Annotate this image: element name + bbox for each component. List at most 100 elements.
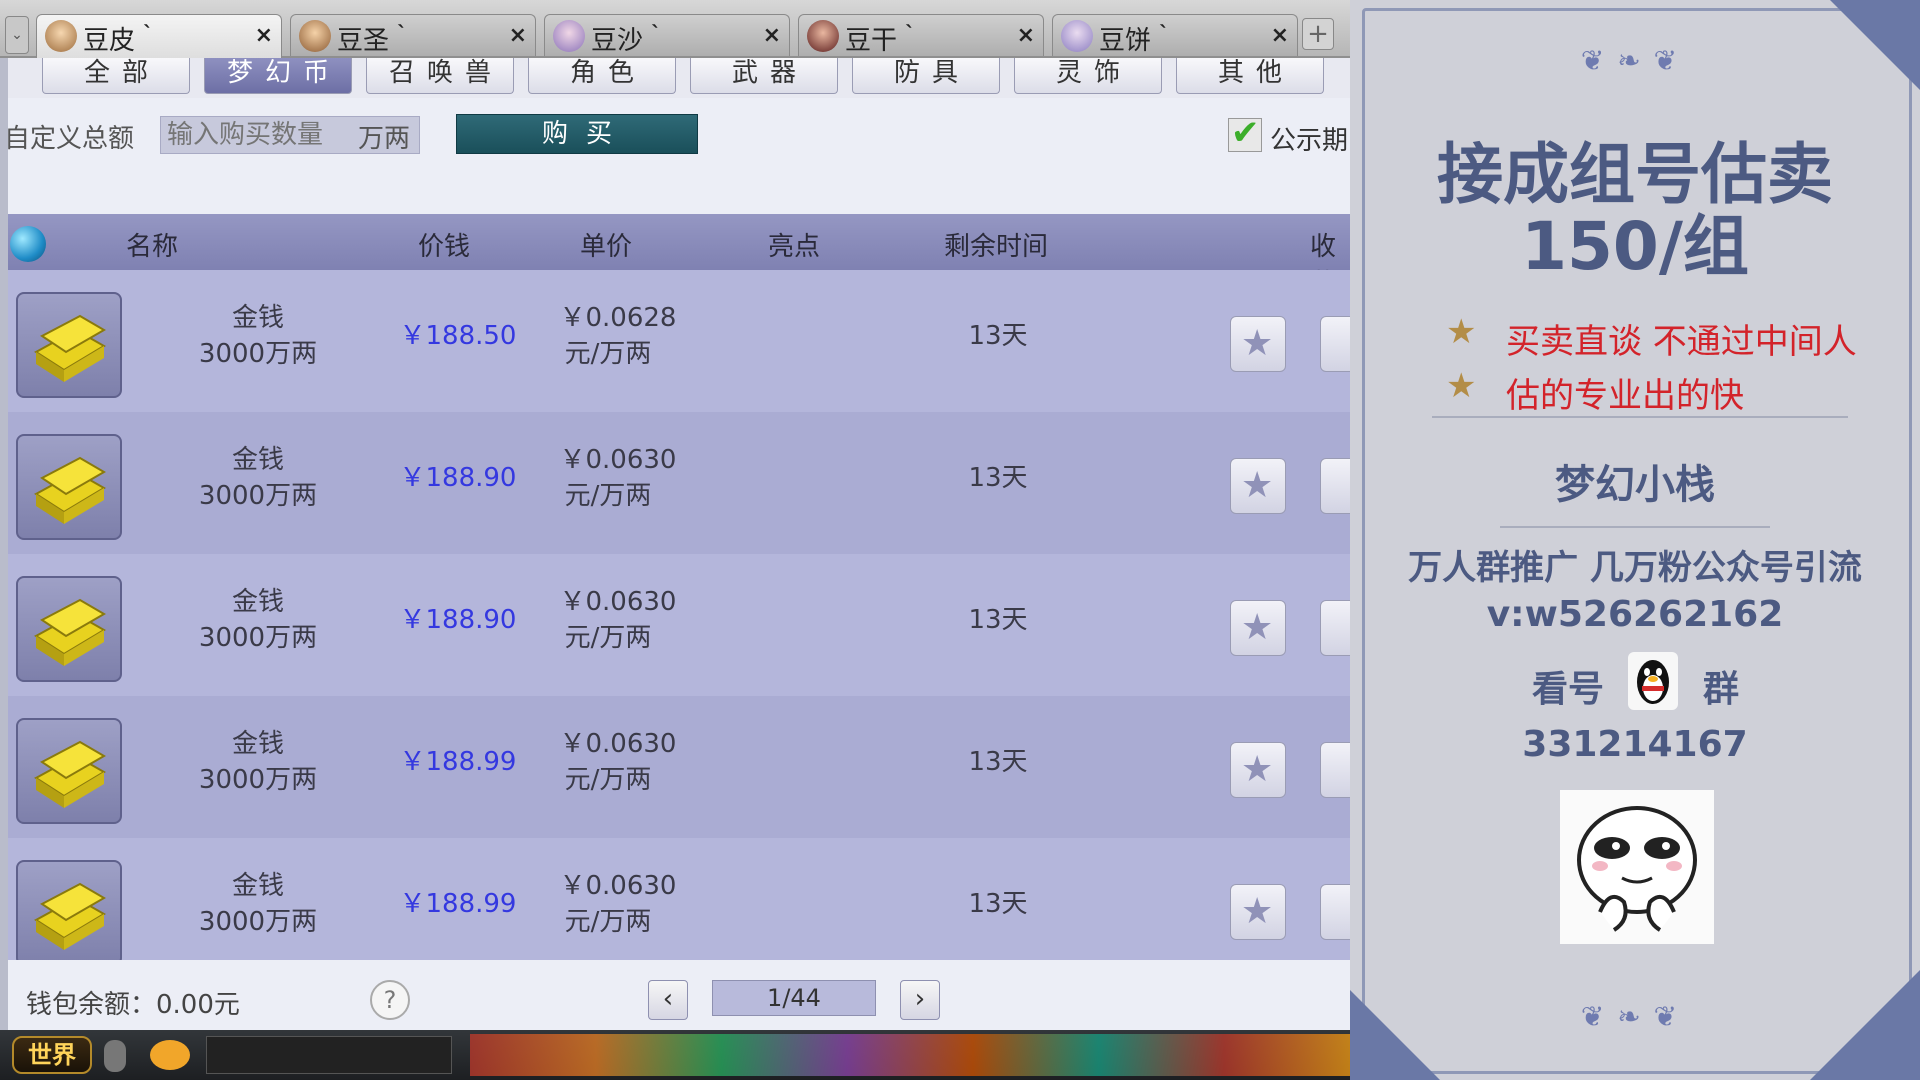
next-page-button[interactable]: › — [900, 980, 940, 1020]
item-unit: 元/万两 — [564, 339, 652, 369]
item-remaining-time: 13天 — [968, 321, 1028, 351]
cart-button[interactable] — [1320, 600, 1350, 656]
tab-label: 豆皮｀ — [83, 26, 162, 56]
favorite-button[interactable]: ★ — [1230, 316, 1286, 372]
qq-penguin-icon — [1628, 652, 1678, 710]
corner-decoration — [1810, 970, 1920, 1080]
close-icon[interactable]: × — [1271, 23, 1289, 48]
group-label: 群 — [1702, 669, 1739, 710]
tab-dousheng[interactable]: 豆圣｀ × — [290, 14, 536, 56]
header-name[interactable]: 名称 — [126, 226, 178, 263]
tab-doupi[interactable]: 豆皮｀ × — [36, 14, 282, 58]
wechat-id: v:w526262162 — [1486, 594, 1784, 635]
corner-decoration — [1830, 0, 1920, 90]
cart-button[interactable] — [1320, 458, 1350, 514]
ornament-bottom: ❦ ❧ ❦ — [1580, 1000, 1680, 1033]
ornament-top: ❦ ❧ ❦ — [1580, 44, 1680, 77]
table-row[interactable]: 金钱 3000万两 ￥188.90 ￥0.0630 元/万两 13天 ★ — [8, 412, 1350, 554]
gold-ingot-icon — [16, 718, 122, 824]
star-icon: ★ — [1446, 312, 1477, 352]
item-remaining-time: 13天 — [968, 605, 1028, 635]
favorite-button[interactable]: ★ — [1230, 742, 1286, 798]
checkmark-icon: ✔ — [1231, 113, 1260, 153]
add-tab-button[interactable]: + — [1302, 18, 1334, 50]
tab-label: 豆圣｀ — [337, 26, 416, 56]
tab-label: 豆饼｀ — [1099, 26, 1178, 56]
prev-page-button[interactable]: ‹ — [648, 980, 688, 1020]
tab-dousha[interactable]: 豆沙｀ × — [544, 14, 790, 56]
star-icon: ★ — [1241, 465, 1274, 506]
category-tab-currency[interactable]: 梦幻币 — [204, 58, 352, 94]
item-price: ￥188.90 — [399, 463, 517, 493]
cart-button[interactable] — [1320, 742, 1350, 798]
category-tab-armor[interactable]: 防具 — [852, 58, 1000, 94]
cart-button[interactable] — [1320, 316, 1350, 372]
trade-panel: 全部 梦幻币 召唤兽 角色 武器 防具 灵饰 其他 自定义总额 万两 购买 ✔ … — [4, 58, 1350, 1030]
item-remaining-time: 13天 — [968, 747, 1028, 777]
help-icon[interactable]: ? — [370, 980, 410, 1020]
chat-input[interactable] — [206, 1036, 452, 1074]
microphone-icon[interactable] — [104, 1040, 126, 1072]
item-amount: 3000万两 — [198, 907, 318, 937]
category-tabs: 全部 梦幻币 召唤兽 角色 武器 防具 灵饰 其他 — [8, 58, 1350, 98]
category-tab-accessories[interactable]: 灵饰 — [1014, 58, 1162, 94]
item-amount: 3000万两 — [198, 481, 318, 511]
table-row[interactable]: 金钱 3000万两 ￥188.99 ￥0.0630 元/万两 13天 ★ — [8, 838, 1350, 960]
close-icon[interactable]: × — [509, 23, 527, 48]
look-label: 看号 — [1531, 669, 1604, 710]
category-tab-other[interactable]: 其他 — [1176, 58, 1324, 94]
promo-bullet-1: 买卖直谈 不通过中间人 — [1506, 322, 1857, 362]
star-icon: ★ — [1241, 749, 1274, 790]
item-price: ￥188.50 — [399, 321, 517, 351]
header-unit-price[interactable]: 单价 — [580, 226, 632, 263]
chat-bubble-icon[interactable] — [150, 1040, 190, 1070]
gold-ingot-icon — [16, 576, 122, 682]
item-price: ￥188.99 — [399, 747, 517, 777]
table-row[interactable]: 金钱 3000万两 ￥188.90 ￥0.0630 元/万两 13天 ★ — [8, 554, 1350, 696]
item-list: 金钱 3000万两 ￥188.50 ￥0.0628 元/万两 13天 ★ 金钱 … — [8, 270, 1350, 960]
buy-button[interactable]: 购买 — [456, 114, 698, 154]
tab-doubing[interactable]: 豆饼｀ × — [1052, 14, 1298, 56]
promo-title-line2: 150/组 — [1521, 208, 1749, 285]
wallet-balance: 钱包余额：0.00元 — [26, 990, 240, 1020]
table-row[interactable]: 金钱 3000万两 ￥188.99 ￥0.0630 元/万两 13天 ★ — [8, 696, 1350, 838]
close-icon[interactable]: × — [763, 23, 781, 48]
star-icon: ★ — [1241, 891, 1274, 932]
star-icon: ★ — [1446, 366, 1477, 406]
corner-decoration — [1350, 990, 1440, 1080]
public-period-checkbox[interactable]: ✔ — [1228, 113, 1262, 153]
custom-amount-label: 自定义总额 — [4, 124, 135, 154]
shortcut-icons-bar[interactable] — [470, 1034, 1350, 1076]
game-taskbar: 世界 — [0, 1030, 1350, 1080]
category-tab-weapons[interactable]: 武器 — [690, 58, 838, 94]
item-name: 金钱 — [231, 729, 284, 759]
public-period-label: 公示期 — [1270, 126, 1349, 156]
item-amount: 3000万两 — [198, 339, 318, 369]
world-channel-button[interactable]: 世界 — [12, 1036, 92, 1074]
close-icon[interactable]: × — [1017, 23, 1035, 48]
category-tab-roles[interactable]: 角色 — [528, 58, 676, 94]
favorite-button[interactable]: ★ — [1230, 884, 1286, 940]
close-icon[interactable]: × — [255, 23, 273, 48]
category-tab-pets[interactable]: 召唤兽 — [366, 58, 514, 94]
item-name: 金钱 — [231, 445, 284, 475]
item-remaining-time: 13天 — [968, 889, 1028, 919]
divider — [1500, 526, 1770, 528]
item-name: 金钱 — [231, 587, 284, 617]
promo-tagline: 万人群推广 几万粉公众号引流 — [1408, 548, 1862, 588]
table-row[interactable]: 金钱 3000万两 ￥188.50 ￥0.0628 元/万两 13天 ★ — [8, 270, 1350, 412]
cart-button[interactable] — [1320, 884, 1350, 940]
item-amount: 3000万两 — [198, 765, 318, 795]
star-icon: ★ — [1241, 323, 1274, 364]
favorite-button[interactable]: ★ — [1230, 600, 1286, 656]
category-tab-all[interactable]: 全部 — [42, 58, 190, 94]
favorite-button[interactable]: ★ — [1230, 458, 1286, 514]
divider — [1432, 416, 1848, 418]
tab-dougan[interactable]: 豆干｀ × — [798, 14, 1044, 56]
header-price[interactable]: 价钱 — [418, 226, 470, 263]
character-avatar-icon — [807, 20, 839, 52]
header-remaining-time[interactable]: 剩余时间 — [944, 226, 1048, 263]
tab-dropdown-button[interactable]: ⌄ — [5, 16, 29, 54]
item-unit: 元/万两 — [564, 765, 652, 795]
list-footer: 钱包余额：0.00元 ? ‹ 1/44 › — [8, 968, 1350, 1030]
